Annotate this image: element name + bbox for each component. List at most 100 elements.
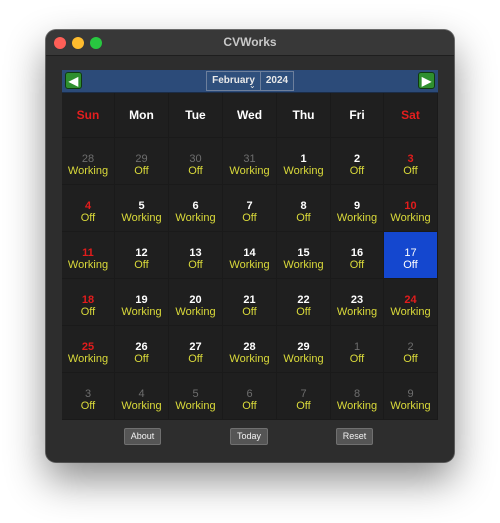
day-status: Working [67, 259, 109, 271]
weekday-header-thu: Thu [277, 93, 331, 138]
day-cell[interactable]: 9 Working [384, 373, 438, 420]
today-button[interactable]: Today [230, 428, 268, 445]
day-cell[interactable]: 15 Working [277, 232, 331, 279]
day-cell[interactable]: 29 Off [115, 138, 169, 185]
day-number: 28 [243, 341, 256, 353]
day-cell[interactable]: 10 Working [384, 185, 438, 232]
day-status: Off [349, 259, 365, 271]
about-button[interactable]: About [124, 428, 161, 445]
day-status: Working [336, 306, 378, 318]
day-cell[interactable]: 1 Off [331, 326, 384, 373]
day-status: Working [336, 400, 378, 412]
day-status: Working [121, 212, 162, 224]
weekday-header-fri: Fri [331, 93, 384, 138]
window-content: ◀ February ⌄ 2024 ▶ Sun Mon Tue Wed Thu Fri Sa… [46, 56, 454, 462]
day-number: 1 [300, 153, 307, 165]
day-number: 3 [84, 388, 92, 400]
day-number: 29 [135, 153, 148, 165]
day-cell-selected[interactable]: 17 Off [384, 232, 438, 279]
day-cell[interactable]: 5 Working [169, 373, 223, 420]
day-cell[interactable]: 22 Off [277, 279, 331, 326]
weekday-header-sun: Sun [62, 93, 115, 138]
day-number: 7 [246, 200, 253, 212]
day-status: Off [296, 306, 311, 318]
day-number: 21 [243, 294, 256, 306]
day-cell[interactable]: 7 Off [223, 185, 277, 232]
day-cell[interactable]: 7 Off [277, 373, 331, 420]
day-cell[interactable]: 28 Working [223, 326, 277, 373]
calendar-grid: Sun Mon Tue Wed Thu Fri Sat 28 Working 29 Off 30 Off… [62, 93, 438, 420]
year-field[interactable]: 2024 [261, 72, 293, 90]
arrow-left-icon: ◀ [68, 73, 79, 88]
day-number: 1 [353, 341, 361, 353]
day-cell[interactable]: 6 Off [223, 373, 277, 420]
day-cell[interactable]: 2 Off [331, 138, 384, 185]
day-cell[interactable]: 19 Working [115, 279, 169, 326]
day-cell[interactable]: 28 Working [62, 138, 115, 185]
day-cell[interactable]: 5 Working [115, 185, 169, 232]
day-status: Off [242, 212, 257, 224]
day-status: Working [283, 353, 324, 365]
day-number: 14 [243, 247, 256, 259]
day-cell[interactable]: 18 Off [62, 279, 115, 326]
day-status: Working [390, 212, 431, 224]
day-cell[interactable]: 27 Off [169, 326, 223, 373]
day-cell[interactable]: 24 Working [384, 279, 438, 326]
day-cell[interactable]: 16 Off [331, 232, 384, 279]
day-cell[interactable]: 4 Off [62, 185, 115, 232]
day-number: 10 [404, 200, 417, 212]
day-cell[interactable]: 14 Working [223, 232, 277, 279]
next-month-button[interactable]: ▶ [418, 72, 435, 89]
day-number: 31 [243, 153, 256, 165]
day-cell[interactable]: 2 Off [384, 326, 438, 373]
day-number: 25 [81, 341, 95, 353]
day-cell[interactable]: 21 Off [223, 279, 277, 326]
day-cell[interactable]: 13 Off [169, 232, 223, 279]
day-cell[interactable]: 3 Off [62, 373, 115, 420]
day-number: 5 [192, 388, 199, 400]
day-status: Working [229, 353, 270, 365]
day-cell[interactable]: 8 Off [277, 185, 331, 232]
day-number: 18 [81, 294, 95, 306]
day-number: 6 [246, 388, 253, 400]
day-cell[interactable]: 29 Working [277, 326, 331, 373]
previous-month-button[interactable]: ◀ [65, 72, 82, 89]
day-status: Off [349, 353, 365, 365]
app-window: CVWorks ◀ February ⌄ 2024 ▶ Sun Mon Tue Wed… [46, 30, 454, 462]
day-status: Off [188, 259, 203, 271]
day-cell[interactable]: 8 Working [331, 373, 384, 420]
day-cell[interactable]: 4 Working [115, 373, 169, 420]
day-cell[interactable]: 3 Off [384, 138, 438, 185]
day-cell[interactable]: 1 Working [277, 138, 331, 185]
day-status: Off [403, 165, 418, 177]
day-cell[interactable]: 25 Working [62, 326, 115, 373]
day-number: 3 [407, 153, 414, 165]
day-status: Working [175, 400, 216, 412]
day-number: 5 [138, 200, 145, 212]
day-cell[interactable]: 11 Working [62, 232, 115, 279]
day-number: 2 [353, 153, 361, 165]
day-number: 2 [407, 341, 414, 353]
day-status: Working [229, 165, 270, 177]
day-status: Off [80, 400, 96, 412]
day-cell[interactable]: 9 Working [331, 185, 384, 232]
month-navigation-bar: ◀ February ⌄ 2024 ▶ [62, 70, 438, 93]
day-number: 16 [350, 247, 364, 259]
day-cell[interactable]: 30 Off [169, 138, 223, 185]
day-status: Off [134, 259, 149, 271]
day-status: Off [188, 353, 203, 365]
day-cell[interactable]: 6 Working [169, 185, 223, 232]
day-status: Working [121, 306, 162, 318]
day-status: Off [134, 353, 149, 365]
weekday-header-sat: Sat [384, 93, 438, 138]
day-status: Off [242, 306, 257, 318]
day-cell[interactable]: 20 Working [169, 279, 223, 326]
reset-button[interactable]: Reset [336, 428, 373, 445]
day-status: Working [283, 165, 324, 177]
day-cell[interactable]: 12 Off [115, 232, 169, 279]
day-status: Working [390, 306, 431, 318]
day-cell[interactable]: 26 Off [115, 326, 169, 373]
day-cell[interactable]: 31 Working [223, 138, 277, 185]
day-status: Working [67, 165, 109, 177]
day-cell[interactable]: 23 Working [331, 279, 384, 326]
